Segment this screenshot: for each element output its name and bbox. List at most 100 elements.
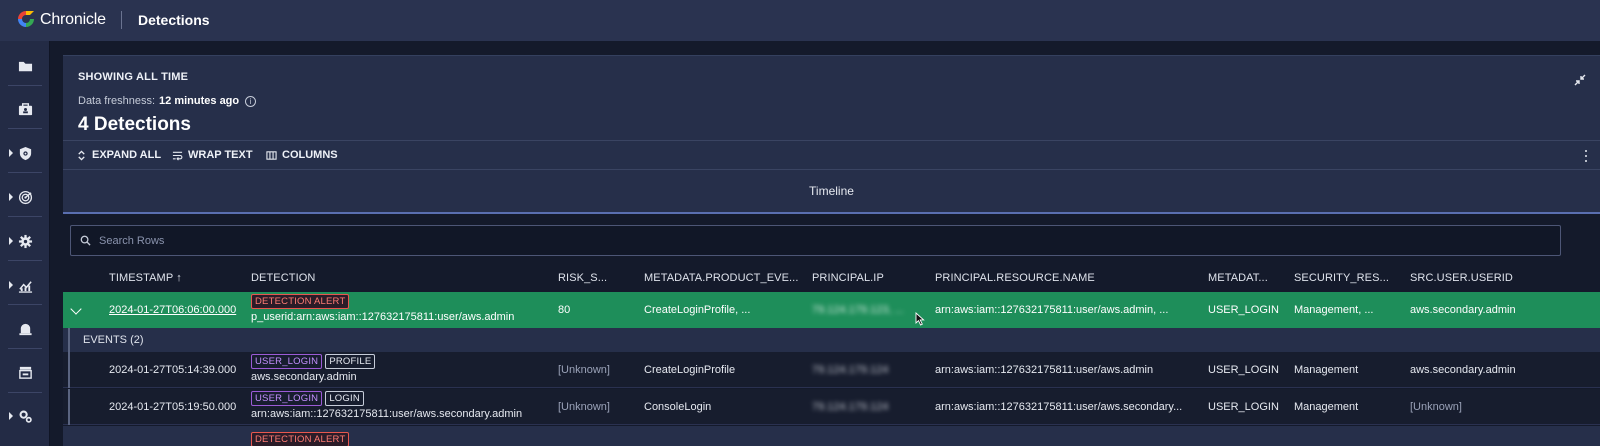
src-user-id: [Unknown]	[1410, 401, 1462, 413]
security-result: Management, ...	[1294, 304, 1374, 316]
expand-all-button[interactable]: EXPAND ALL	[76, 149, 161, 161]
event-detection: arn:aws:iam::127632175811:user/aws.secon…	[251, 408, 523, 420]
detections-table: TIMESTAMP↑ DETECTION RISK_S... METADATA.…	[63, 214, 1600, 446]
metadata-type: USER_LOGIN	[1208, 401, 1279, 413]
expand-caret-icon	[9, 149, 13, 157]
expand-caret-icon	[9, 237, 13, 245]
store-icon	[18, 366, 32, 379]
detection-row-partial[interactable]: DETECTION ALERT	[63, 426, 1600, 446]
sidebar-item-admin[interactable]	[0, 399, 50, 433]
principal-ip: 79.124.179.124	[812, 364, 889, 376]
detection-name: p_userid:arn:aws:iam::127632175811:user/…	[251, 311, 515, 323]
product-event: CreateLoginProfile	[644, 364, 736, 376]
sidebar-item-settings[interactable]	[0, 224, 50, 258]
event-row[interactable]: 2024-01-27T05:14:39.000 USER_LOGIN PROFI…	[63, 352, 1600, 388]
principal-ip: 79.124.179.123, ...	[812, 304, 904, 316]
src-user-id: aws.secondary.admin	[1410, 304, 1516, 316]
user-login-tag: USER_LOGIN	[251, 391, 323, 406]
column-header-detection[interactable]: DETECTION	[251, 272, 315, 292]
chevron-down-icon[interactable]	[70, 303, 82, 315]
expand-all-label: EXPAND ALL	[92, 149, 162, 161]
column-header-security-result[interactable]: SECURITY_RES...	[1294, 272, 1389, 292]
bell-icon	[18, 323, 32, 335]
chart-icon	[18, 280, 32, 293]
unfold-icon	[78, 149, 85, 161]
column-header-product-event[interactable]: METADATA.PRODUCT_EVE...	[644, 272, 798, 292]
sidebar-divider	[8, 392, 42, 393]
info-icon[interactable]: i	[245, 95, 257, 107]
chronicle-logo-icon[interactable]	[17, 10, 35, 28]
folder-icon	[18, 61, 32, 71]
event-timestamp: 2024-01-27T05:14:39.000	[109, 364, 237, 376]
sidebar-item-marketplace[interactable]	[0, 355, 50, 389]
risk-score: 80	[558, 304, 571, 316]
gear-icon	[18, 234, 32, 248]
shield-icon	[19, 146, 31, 160]
sidebar-divider	[8, 128, 42, 129]
columns-button[interactable]: COLUMNS	[266, 149, 338, 161]
column-header-src-user-id[interactable]: SRC.USER.USERID	[1410, 272, 1513, 292]
event-tags: USER_LOGIN PROFILE	[251, 354, 376, 369]
detections-count: 4 Detections	[78, 114, 191, 135]
principal-ip: 79.124.179.124	[812, 401, 889, 413]
column-header-resource-name[interactable]: PRINCIPAL.RESOURCE.NAME	[935, 272, 1095, 292]
user-login-tag: USER_LOGIN	[251, 354, 323, 369]
profile-tag: PROFILE	[325, 354, 376, 369]
src-user-id: aws.secondary.admin	[1410, 364, 1516, 376]
search-rows-box[interactable]	[70, 225, 1561, 256]
security-result: Management	[1294, 401, 1359, 413]
detection-row[interactable]: 2024-01-27T06:06:00.000 DETECTION ALERT …	[63, 292, 1600, 328]
sidebar-divider	[8, 304, 42, 305]
sidebar	[0, 41, 50, 446]
brand-name[interactable]: Chronicle	[40, 11, 106, 29]
detection-timestamp-link[interactable]: 2024-01-27T06:06:00.000	[109, 304, 236, 316]
more-options-icon[interactable]	[1584, 150, 1588, 162]
columns-icon	[266, 150, 277, 160]
tab-timeline[interactable]: Timeline	[63, 170, 1600, 214]
risk-score: [Unknown]	[558, 364, 610, 376]
wrap-text-button[interactable]: WRAP TEXT	[172, 149, 253, 161]
metadata-type: USER_LOGIN	[1208, 304, 1279, 316]
wrap-text-icon	[172, 151, 183, 160]
header-divider	[121, 11, 122, 29]
product-event: CreateLoginProfile, ...	[644, 304, 751, 316]
column-header-metadata[interactable]: METADAT...	[1208, 272, 1268, 292]
column-header-risk-score[interactable]: RISK_S...	[558, 272, 607, 292]
time-range-label: SHOWING ALL TIME	[78, 71, 189, 83]
top-bar: Chronicle Detections	[0, 0, 1600, 41]
column-header-principal-ip[interactable]: PRINCIPAL.IP	[812, 272, 884, 292]
event-row[interactable]: 2024-01-27T05:19:50.000 USER_LOGIN LOGIN…	[63, 389, 1600, 425]
settings-gears-icon	[19, 410, 32, 423]
event-timestamp: 2024-01-27T05:19:50.000	[109, 401, 237, 413]
expand-caret-icon	[9, 412, 13, 420]
page-title: Detections	[138, 12, 210, 28]
search-icon	[80, 235, 91, 246]
resource-name: arn:aws:iam::127632175811:user/aws.admin…	[935, 304, 1169, 316]
column-label: TIMESTAMP	[109, 272, 174, 284]
sidebar-item-investigation[interactable]	[0, 180, 50, 214]
expand-caret-icon	[9, 281, 13, 289]
sidebar-item-detection[interactable]	[0, 136, 50, 170]
case-icon	[18, 102, 32, 115]
sidebar-divider	[8, 85, 42, 86]
event-tags: USER_LOGIN LOGIN	[251, 391, 364, 406]
risk-score: [Unknown]	[558, 401, 610, 413]
sidebar-divider	[8, 172, 42, 173]
sort-ascending-icon[interactable]: ↑	[176, 272, 182, 284]
tag-label: DETECTION ALERT	[251, 432, 350, 446]
product-event: ConsoleLogin	[644, 401, 712, 413]
sidebar-item-folder[interactable]	[0, 49, 50, 83]
sidebar-item-alerts[interactable]	[0, 312, 50, 346]
expand-caret-icon	[9, 193, 13, 201]
freshness-label: Data freshness:	[78, 95, 156, 107]
search-input[interactable]	[99, 234, 699, 247]
sidebar-item-dashboards[interactable]	[0, 268, 50, 302]
security-result: Management	[1294, 364, 1359, 376]
tag-label: DETECTION ALERT	[251, 294, 350, 309]
wrap-text-label: WRAP TEXT	[188, 149, 253, 161]
column-header-timestamp[interactable]: TIMESTAMP ↑	[109, 272, 182, 292]
resource-name: arn:aws:iam::127632175811:user/aws.admin	[935, 364, 1154, 376]
sidebar-item-cases[interactable]	[0, 92, 50, 126]
metadata-type: USER_LOGIN	[1208, 364, 1279, 376]
collapse-icon[interactable]	[1574, 74, 1586, 86]
